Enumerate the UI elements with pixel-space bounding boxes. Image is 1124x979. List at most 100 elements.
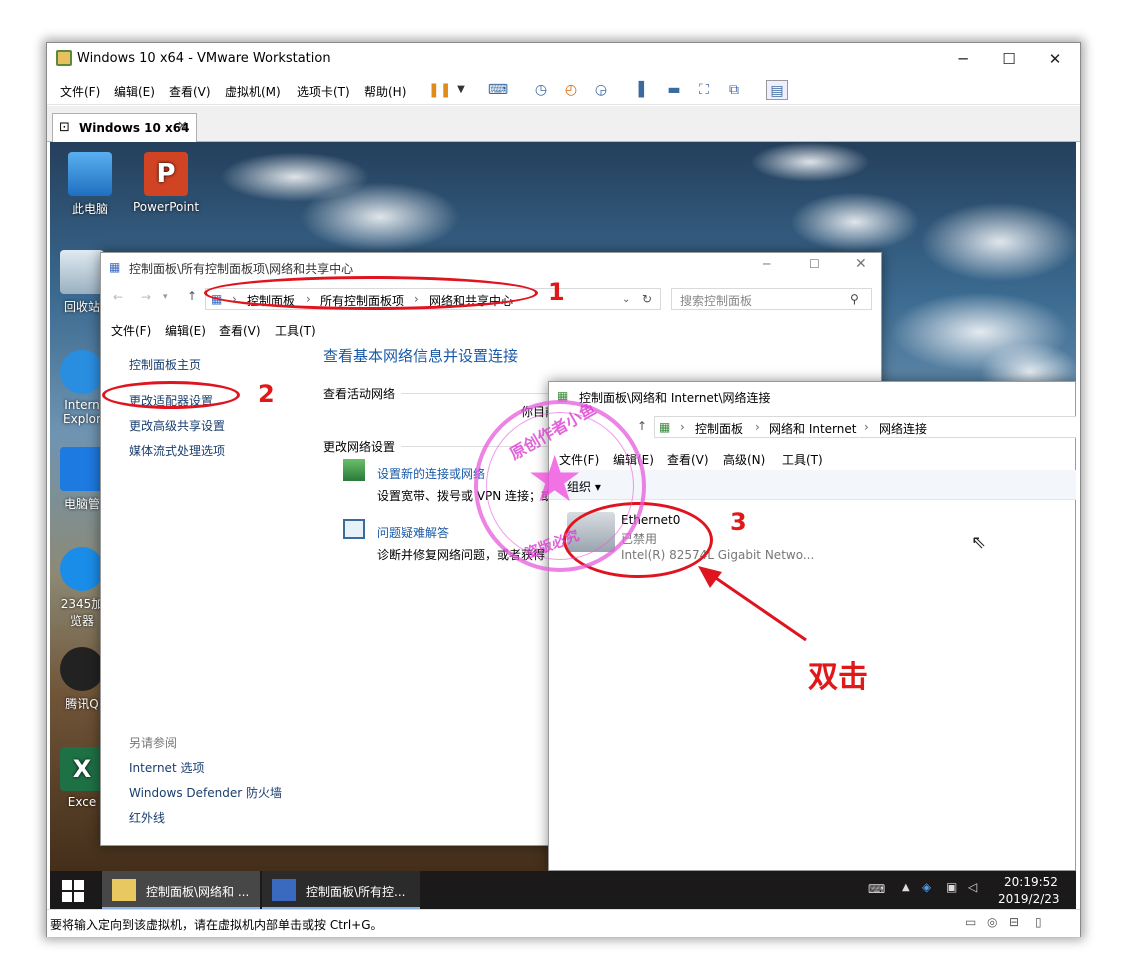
annotation-oval-adapter-link (102, 381, 240, 409)
see-also-title: 另请参阅 (129, 736, 178, 750)
link-troubleshoot[interactable]: 问题疑难解答 (377, 524, 449, 541)
mouse-cursor-icon: ⇖ (971, 532, 987, 553)
recent-chevron-icon[interactable]: ▾ (163, 292, 168, 302)
network-adapter-icon[interactable]: ⊟ (1009, 915, 1019, 929)
computer-icon (68, 152, 112, 196)
clock-time[interactable]: 20:19:52 (1004, 875, 1058, 889)
snapshot-icon[interactable]: ◷ (530, 80, 552, 100)
cp-menu-edit[interactable]: 编辑(E) (165, 322, 206, 339)
nc-window-title: 控制面板\网络和 Internet\网络连接 (579, 391, 771, 405)
vmware-title: Windows 10 x64 - VMware Workstation (77, 51, 331, 66)
link-internet-options[interactable]: Internet 选项 (129, 759, 204, 776)
taskbar-item-control-panel[interactable]: 控制面板\所有控... (262, 871, 420, 909)
sidebar-icon[interactable]: ▌ (633, 80, 655, 100)
cp-menu-tools[interactable]: 工具(T) (275, 322, 316, 339)
cp-minimize-button[interactable]: ─ (763, 257, 770, 271)
nc-crumb-control-panel[interactable]: 控制面板 (695, 420, 743, 437)
nc-menu-advanced[interactable]: 高级(N) (723, 451, 765, 468)
menu-edit[interactable]: 编辑(E) (114, 83, 155, 100)
nc-address-icon: ▦ (659, 420, 671, 434)
maximize-button[interactable]: ☐ (986, 43, 1032, 75)
main-title: 查看基本网络信息并设置连接 (323, 347, 519, 365)
excel-icon: X (60, 747, 104, 791)
watermark-stamp: ★ 原创作者小鱼 盗版必究 (474, 399, 646, 572)
tab-windows10[interactable]: ⊡ Windows 10 x64 ✕ (52, 113, 197, 142)
link-cp-home[interactable]: 控制面板主页 (129, 356, 201, 373)
keyboard-icon[interactable]: ⌨ (868, 882, 885, 896)
nc-menu-view[interactable]: 查看(V) (667, 451, 709, 468)
close-button[interactable]: ✕ (1032, 43, 1078, 75)
clock-date[interactable]: 2019/2/23 (998, 892, 1060, 906)
new-connection-icon (343, 459, 365, 481)
forward-arrow-icon[interactable]: → (141, 290, 151, 304)
nc-up-arrow-icon[interactable]: ↑ (637, 419, 647, 433)
volume-muted-icon[interactable]: ◁ (968, 880, 977, 894)
windows-start-icon[interactable] (62, 880, 84, 902)
folder-icon (112, 879, 136, 901)
chevron-down-icon[interactable]: ▼ (450, 80, 472, 100)
cp-menu-file[interactable]: 文件(F) (111, 322, 151, 339)
taskbar: 控制面板\网络和 ... 控制面板\所有控... ⌨ ▲ ◈ ▣ ◁ 20:19… (50, 871, 1076, 909)
unity-icon[interactable]: ⧉ (723, 80, 745, 100)
desktop-icon-powerpoint[interactable]: P PowerPoint (126, 152, 206, 214)
annotation-oval-address (204, 276, 538, 310)
cd-icon[interactable]: ◎ (987, 915, 997, 929)
refresh-icon[interactable]: ↻ (642, 292, 652, 306)
nc-address-bar[interactable]: ▦ › 控制面板 › 网络和 Internet › 网络连接 (654, 416, 1076, 438)
vmware-menubar: 文件(F) 编辑(E) 查看(V) 虚拟机(M) 选项卡(T) 帮助(H) ❚❚… (47, 75, 1080, 105)
cp-maximize-button[interactable]: ☐ (809, 257, 820, 271)
menu-file[interactable]: 文件(F) (60, 83, 100, 100)
menu-vm[interactable]: 虚拟机(M) (225, 83, 281, 100)
link-media-streaming[interactable]: 媒体流式处理选项 (129, 442, 225, 459)
tabs-view-icon[interactable]: ▤ (766, 80, 788, 100)
tab-close-icon[interactable]: ✕ (177, 119, 188, 134)
usb-icon[interactable]: ▯ (1035, 915, 1042, 929)
nc-crumb-network-internet[interactable]: 网络和 Internet (769, 420, 856, 437)
menu-help[interactable]: 帮助(H) (364, 83, 406, 100)
nc-crumb-network-connections[interactable]: 网络连接 (879, 420, 927, 437)
send-ctrl-alt-del-icon[interactable]: ⌨ (487, 80, 509, 100)
vm-tab-bar: ⊡ Windows 10 x64 ✕ (47, 106, 1080, 142)
ie-icon (60, 350, 104, 394)
taskbar-item-network-connections[interactable]: 控制面板\网络和 ... (102, 871, 260, 909)
console-view-icon[interactable]: ▬ (663, 80, 685, 100)
fullscreen-icon[interactable]: ⛶ (693, 80, 715, 100)
network-disconnected-icon[interactable]: ▣ (946, 880, 957, 894)
cp-search-placeholder: 搜索控制面板 (680, 294, 753, 308)
minimize-button[interactable]: ─ (940, 43, 986, 75)
security-shield-icon[interactable]: ◈ (922, 880, 931, 894)
star-icon: ★ (526, 443, 584, 517)
recycle-bin-icon (60, 250, 104, 294)
link-defender-firewall[interactable]: Windows Defender 防火墙 (129, 784, 282, 801)
cp-window-title: 控制面板\所有控制面板项\网络和共享中心 (129, 262, 354, 276)
control-panel-icon: ▦ (109, 260, 121, 274)
address-dropdown-icon[interactable]: ⌄ (622, 294, 630, 305)
link-setup-connection[interactable]: 设置新的连接或网络 (377, 465, 485, 482)
menu-view[interactable]: 查看(V) (169, 83, 211, 100)
cp-search-box[interactable]: 搜索控制面板 ⚲ (671, 288, 872, 310)
cp-menu-view[interactable]: 查看(V) (219, 322, 261, 339)
vmware-titlebar: Windows 10 x64 - VMware Workstation ─ ☐ … (47, 43, 1080, 75)
control-panel-task-icon (272, 879, 296, 901)
annotation-double-click: 双击 (808, 660, 868, 695)
up-arrow-icon[interactable]: ↑ (187, 289, 197, 303)
powerpoint-icon: P (144, 152, 188, 196)
change-settings-label: 更改网络设置 (323, 440, 396, 454)
vmware-app-icon (56, 50, 72, 66)
status-message: 要将输入定向到该虚拟机，请在虚拟机内部单击或按 Ctrl+G。 (50, 918, 383, 932)
cp-close-button[interactable]: ✕ (855, 256, 867, 272)
pause-icon[interactable]: ❚❚ (428, 80, 451, 100)
annotation-step-3: 3 (730, 508, 747, 536)
browser-icon (60, 547, 104, 591)
show-hidden-icons[interactable]: ▲ (902, 882, 910, 893)
search-icon[interactable]: ⚲ (850, 292, 859, 306)
back-arrow-icon[interactable]: ← (113, 290, 123, 304)
nc-menu-tools[interactable]: 工具(T) (782, 451, 823, 468)
hdd-icon[interactable]: ▭ (965, 915, 976, 929)
revert-snapshot-icon[interactable]: ◴ (560, 80, 582, 100)
desktop-icon-this-pc[interactable]: 此电脑 (50, 152, 130, 217)
snapshot-manager-icon[interactable]: ◶ (590, 80, 612, 100)
menu-tabs[interactable]: 选项卡(T) (297, 83, 350, 100)
link-advanced-sharing[interactable]: 更改高级共享设置 (129, 417, 225, 434)
link-infrared[interactable]: 红外线 (129, 809, 165, 826)
